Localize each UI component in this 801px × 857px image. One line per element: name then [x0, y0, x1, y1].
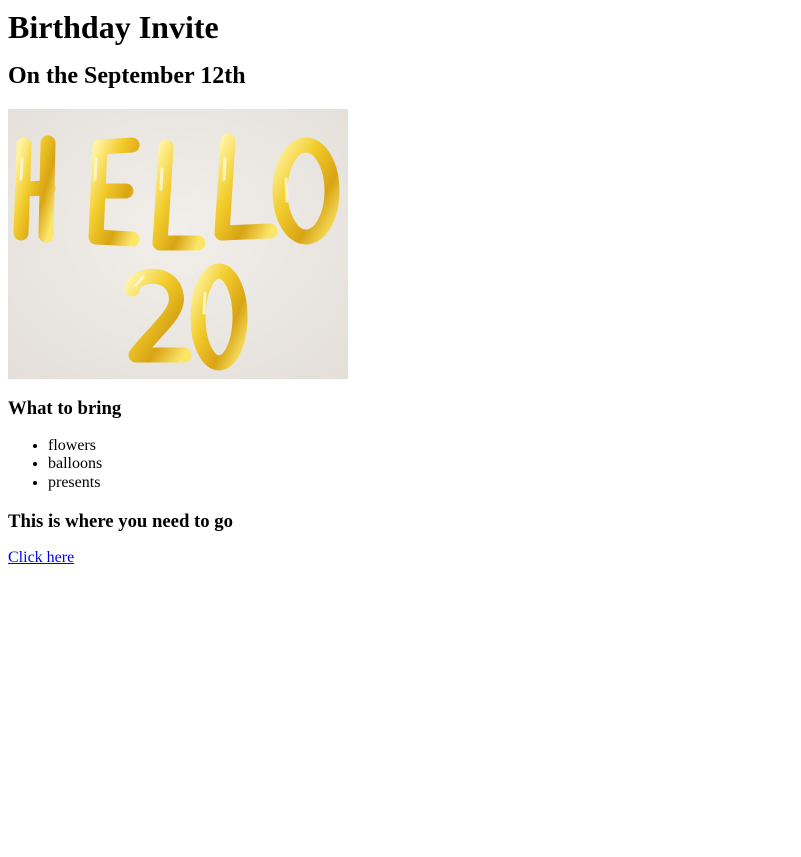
- page-title: Birthday Invite: [8, 9, 219, 45]
- list-item: flowers: [48, 437, 793, 455]
- location-link[interactable]: Click here: [8, 549, 74, 566]
- link-paragraph: Click here: [8, 549, 793, 567]
- page: Birthday Invite On the September 12th Wh…: [0, 9, 801, 567]
- list-item: presents: [48, 474, 793, 492]
- date-heading: On the September 12th: [8, 63, 246, 89]
- where-heading: This is where you need to go: [8, 511, 233, 533]
- list-item: balloons: [48, 455, 793, 473]
- hello-20-balloons-image: [8, 109, 348, 379]
- bring-list: flowers balloons presents: [8, 437, 793, 492]
- bring-heading: What to bring: [8, 398, 122, 419]
